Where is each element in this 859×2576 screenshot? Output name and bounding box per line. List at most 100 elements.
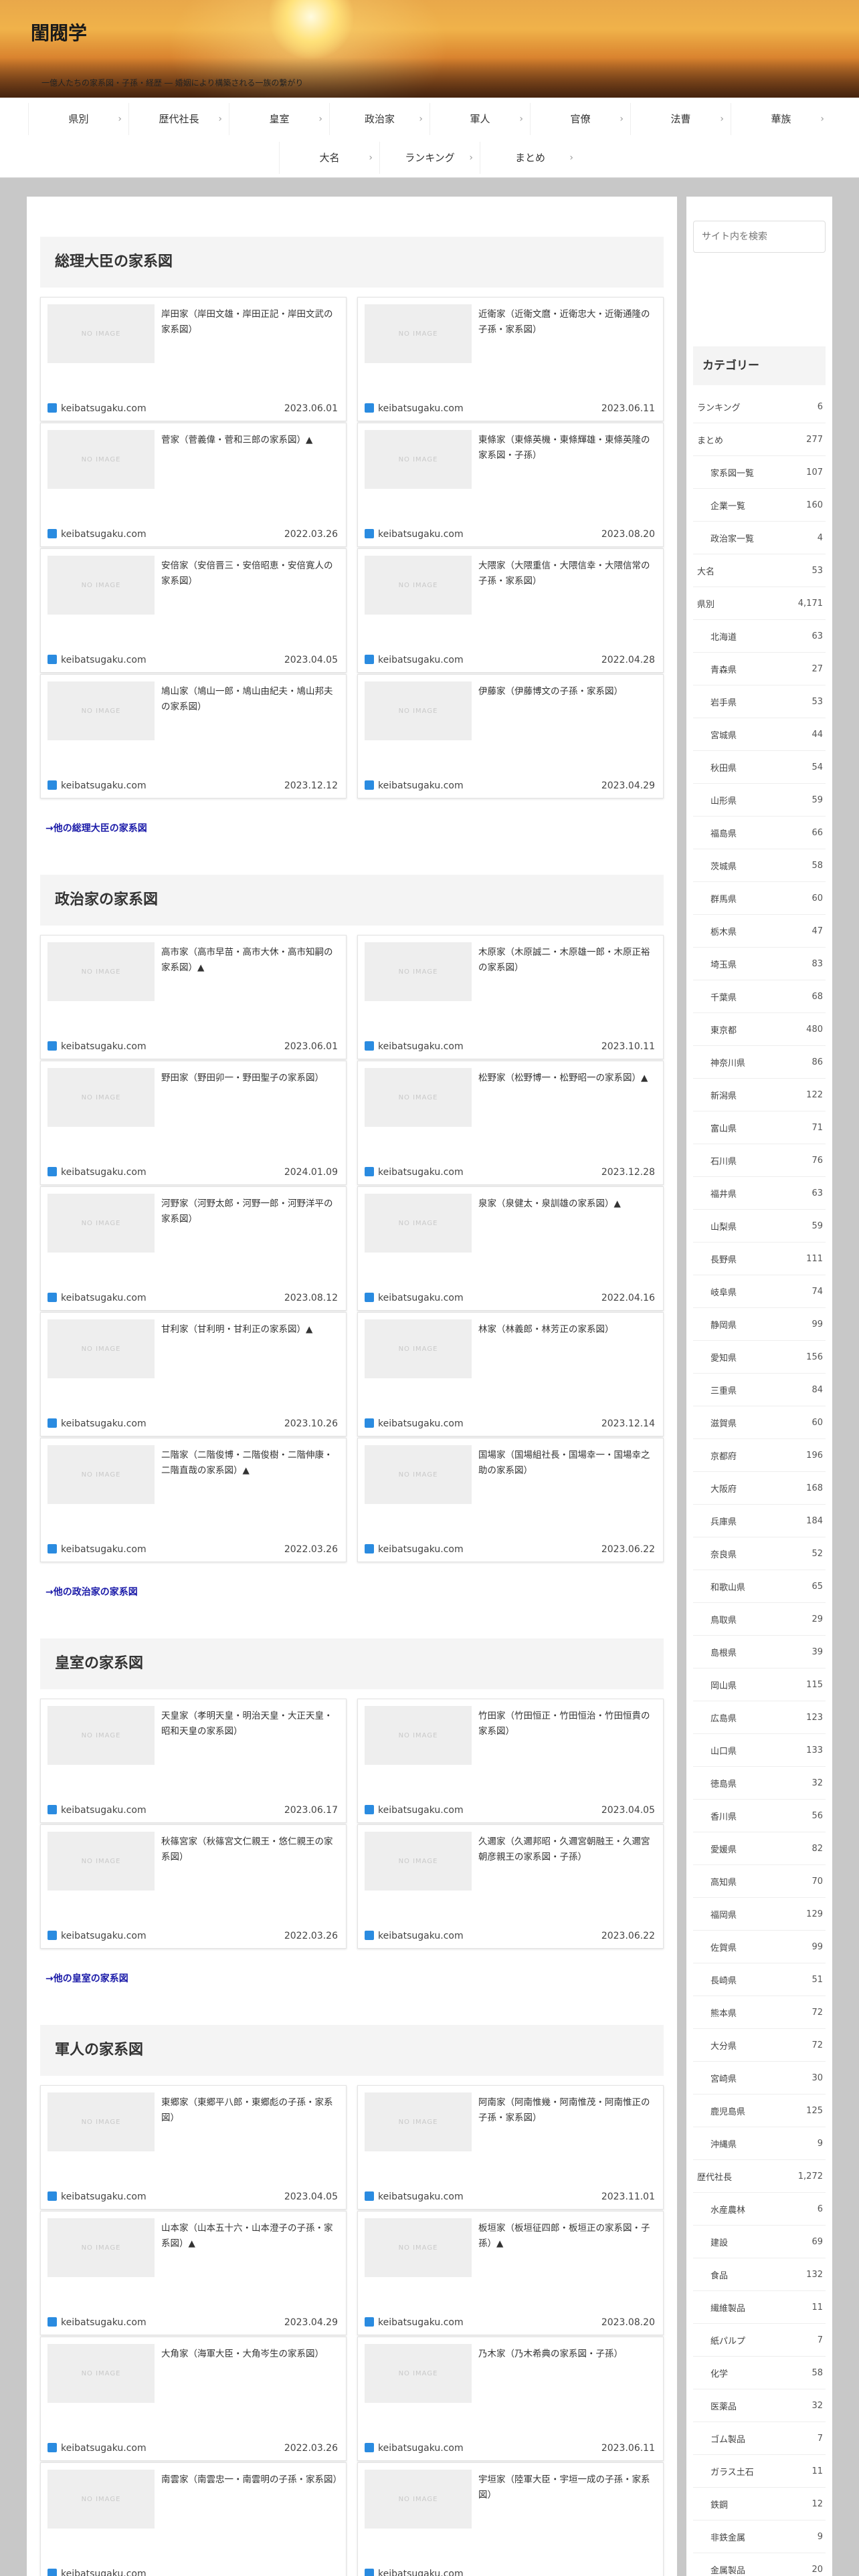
nav-item[interactable]: 華族 <box>731 103 831 135</box>
category-item[interactable]: 佐賀県 99 <box>693 1931 826 1963</box>
category-item[interactable]: 鉄鋼 12 <box>693 2488 826 2520</box>
category-item[interactable]: 鹿児島県 125 <box>693 2095 826 2127</box>
category-item[interactable]: 奈良県 52 <box>693 1537 826 1570</box>
article-card[interactable]: NO IMAGE 阿南家（阿南惟幾・阿南惟茂・阿南惟正の子孫・家系図） keibat… <box>357 2085 664 2210</box>
article-card[interactable]: NO IMAGE 山本家（山本五十六・山本澄子の子孫・家系図）▲ keibatsug… <box>40 2211 347 2335</box>
category-item[interactable]: 兵庫県 184 <box>693 1505 826 1537</box>
category-item[interactable]: 東京都 480 <box>693 1013 826 1046</box>
category-item[interactable]: 企業一覧 160 <box>693 489 826 522</box>
category-item[interactable]: 山口県 133 <box>693 1734 826 1767</box>
category-item[interactable]: 広島県 123 <box>693 1701 826 1734</box>
article-card[interactable]: NO IMAGE 宇垣家（陸軍大臣・宇垣一成の子孫・家系図） keibatsugak… <box>357 2462 664 2576</box>
article-card[interactable]: NO IMAGE 南雲家（南雲忠一・南雲明の子孫・家系図） keibatsugaku… <box>40 2462 347 2576</box>
category-item[interactable]: 秋田県 54 <box>693 751 826 784</box>
article-card[interactable]: NO IMAGE 板垣家（板垣征四郎・板垣正の家系図・子孫）▲ keibatsuga… <box>357 2211 664 2335</box>
category-item[interactable]: 滋賀県 60 <box>693 1406 826 1439</box>
more-link[interactable]: →他の総理大臣の家系図 <box>45 821 664 835</box>
category-item[interactable]: 水産農林 6 <box>693 2193 826 2226</box>
category-item[interactable]: 大分県 72 <box>693 2029 826 2062</box>
category-item[interactable]: 高知県 70 <box>693 1865 826 1898</box>
category-item[interactable]: 富山県 71 <box>693 1111 826 1144</box>
category-item[interactable]: 愛知県 156 <box>693 1341 826 1374</box>
category-item[interactable]: 政治家一覧 4 <box>693 522 826 554</box>
nav-item[interactable]: 歴代社長 <box>128 103 229 135</box>
category-item[interactable]: ランキング 6 <box>693 391 826 423</box>
category-item[interactable]: 岡山県 115 <box>693 1669 826 1701</box>
category-item[interactable]: 家系図一覧 107 <box>693 456 826 489</box>
category-item[interactable]: 埼玉県 83 <box>693 948 826 980</box>
category-item[interactable]: 県別 4,171 <box>693 587 826 620</box>
article-card[interactable]: NO IMAGE 乃木家（乃木希典の家系図・子孫） keibatsugaku.com… <box>357 2337 664 2461</box>
category-item[interactable]: 非鉄金属 9 <box>693 2520 826 2553</box>
category-item[interactable]: 栃木県 47 <box>693 915 826 948</box>
category-item[interactable]: 宮崎県 30 <box>693 2062 826 2095</box>
article-card[interactable]: NO IMAGE 木原家（木原誠二・木原雄一郎・木原正裕の家系図） keibatsu… <box>357 935 664 1059</box>
article-card[interactable]: NO IMAGE 東條家（東條英機・東條輝雄・東條英隆の家系図・子孫） keibat… <box>357 423 664 547</box>
article-card[interactable]: NO IMAGE 河野家（河野太郎・河野一郎・河野洋平の家系図） keibatsug… <box>40 1186 347 1311</box>
category-item[interactable]: ゴム製品 7 <box>693 2422 826 2455</box>
category-item[interactable]: 鳥取県 29 <box>693 1603 826 1636</box>
category-item[interactable]: 歴代社長 1,272 <box>693 2160 826 2193</box>
category-item[interactable]: 沖縄県 9 <box>693 2127 826 2160</box>
category-item[interactable]: 建設 69 <box>693 2226 826 2258</box>
category-item[interactable]: 島根県 39 <box>693 1636 826 1669</box>
category-item[interactable]: 静岡県 99 <box>693 1308 826 1341</box>
nav-item[interactable]: まとめ <box>480 142 580 174</box>
article-card[interactable]: NO IMAGE 近衛家（近衛文麿・近衛忠大・近衛通隆の子孫・家系図） keibat… <box>357 297 664 421</box>
article-card[interactable]: NO IMAGE 東郷家（東郷平八郎・東郷彪の子孫・家系図） keibatsugak… <box>40 2085 347 2210</box>
article-card[interactable]: NO IMAGE 伊藤家（伊藤博文の子孫・家系図） keibatsugaku.com… <box>357 674 664 798</box>
category-item[interactable]: 三重県 84 <box>693 1374 826 1406</box>
category-item[interactable]: 医薬品 32 <box>693 2389 826 2422</box>
article-card[interactable]: NO IMAGE 国場家（国場組社長・国場幸一・国場幸之助の家系図） keibats… <box>357 1438 664 1562</box>
article-card[interactable]: NO IMAGE 高市家（高市早苗・高市大休・高市知嗣の家系図）▲ keibatsu… <box>40 935 347 1059</box>
category-item[interactable]: 新潟県 122 <box>693 1079 826 1111</box>
category-item[interactable]: 和歌山県 65 <box>693 1570 826 1603</box>
nav-item[interactable]: 県別 <box>28 103 128 135</box>
nav-item[interactable]: 皇室 <box>229 103 329 135</box>
nav-item[interactable]: 政治家 <box>329 103 430 135</box>
category-item[interactable]: 群馬県 60 <box>693 882 826 915</box>
category-item[interactable]: 山形県 59 <box>693 784 826 817</box>
category-item[interactable]: 石川県 76 <box>693 1144 826 1177</box>
nav-item[interactable]: ランキング <box>379 142 480 174</box>
more-link[interactable]: →他の皇室の家系図 <box>45 1971 664 1985</box>
category-item[interactable]: 青森県 27 <box>693 653 826 685</box>
category-item[interactable]: 紙パルプ 7 <box>693 2324 826 2357</box>
nav-item[interactable]: 軍人 <box>430 103 530 135</box>
article-card[interactable]: NO IMAGE 林家（林義郎・林芳正の家系図） keibatsugaku.com 2… <box>357 1312 664 1436</box>
article-card[interactable]: NO IMAGE 久邇家（久邇邦昭・久邇宮朝融王・久邇宮朝彦親王の家系図・子孫） k… <box>357 1824 664 1949</box>
category-item[interactable]: 長崎県 51 <box>693 1963 826 1996</box>
category-item[interactable]: 香川県 56 <box>693 1800 826 1832</box>
nav-item[interactable]: 大名 <box>279 142 379 174</box>
category-item[interactable]: 京都府 196 <box>693 1439 826 1472</box>
site-search-input[interactable] <box>693 221 826 253</box>
category-item[interactable]: 山梨県 59 <box>693 1210 826 1243</box>
category-item[interactable]: 茨城県 58 <box>693 849 826 882</box>
article-card[interactable]: NO IMAGE 甘利家（甘利明・甘利正の家系図）▲ keibatsugaku.co… <box>40 1312 347 1436</box>
category-item[interactable]: 岐阜県 74 <box>693 1275 826 1308</box>
nav-item[interactable]: 法曹 <box>630 103 731 135</box>
category-item[interactable]: 大阪府 168 <box>693 1472 826 1505</box>
category-item[interactable]: 福岡県 129 <box>693 1898 826 1931</box>
article-card[interactable]: NO IMAGE 鳩山家（鳩山一郎・鳩山由紀夫・鳩山邦夫の家系図） keibatsu… <box>40 674 347 798</box>
category-item[interactable]: 福井県 63 <box>693 1177 826 1210</box>
category-item[interactable]: 繊維製品 11 <box>693 2291 826 2324</box>
article-card[interactable]: NO IMAGE 竹田家（竹田恒正・竹田恒治・竹田恒貴の家系図） keibatsug… <box>357 1699 664 1823</box>
category-item[interactable]: 福島県 66 <box>693 817 826 849</box>
more-link[interactable]: →他の政治家の家系図 <box>45 1585 664 1598</box>
category-item[interactable]: 金属製品 20 <box>693 2553 826 2576</box>
category-item[interactable]: ガラス土石 11 <box>693 2455 826 2488</box>
category-item[interactable]: 熊本県 72 <box>693 1996 826 2029</box>
category-item[interactable]: 食品 132 <box>693 2258 826 2291</box>
category-item[interactable]: 徳島県 32 <box>693 1767 826 1800</box>
category-item[interactable]: 北海道 63 <box>693 620 826 653</box>
category-item[interactable]: 長野県 111 <box>693 1243 826 1275</box>
article-card[interactable]: NO IMAGE 安倍家（安倍晋三・安倍昭恵・安倍寛人の家系図） keibatsug… <box>40 548 347 673</box>
nav-item[interactable]: 官僚 <box>530 103 630 135</box>
article-card[interactable]: NO IMAGE 泉家（泉健太・泉訓雄の家系図）▲ keibatsugaku.com… <box>357 1186 664 1311</box>
article-card[interactable]: NO IMAGE 菅家（菅義偉・菅和三郎の家系図）▲ keibatsugaku.co… <box>40 423 347 547</box>
article-card[interactable]: NO IMAGE 野田家（野田卯一・野田聖子の家系図） keibatsugaku.c… <box>40 1061 347 1185</box>
article-card[interactable]: NO IMAGE 大角家（海軍大臣・大角岑生の家系図） keibatsugaku.c… <box>40 2337 347 2461</box>
category-item[interactable]: まとめ 277 <box>693 423 826 456</box>
category-item[interactable]: 神奈川県 86 <box>693 1046 826 1079</box>
